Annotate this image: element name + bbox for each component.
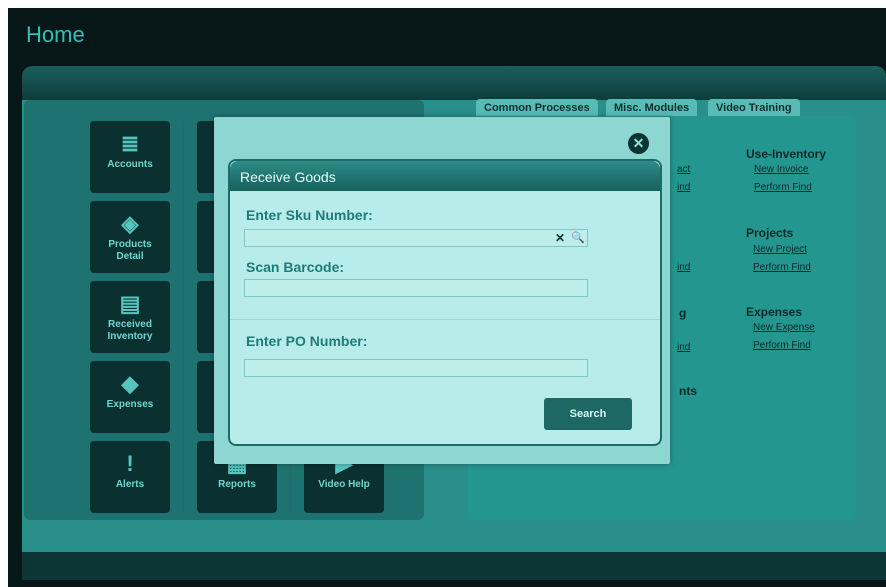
partial-link[interactable]: ind <box>677 182 690 193</box>
sku-label: Enter Sku Number: <box>246 207 373 223</box>
barcode-input[interactable] <box>244 279 588 297</box>
bottom-bar <box>22 552 886 580</box>
tile-products-detail[interactable]: ◈ Products Detail <box>90 201 170 273</box>
dialog-body: Receive Goods Enter Sku Number: ✕ 🔍 Scan… <box>228 159 662 446</box>
divider <box>230 319 660 320</box>
tab-misc-modules[interactable]: Misc. Modules <box>606 99 698 117</box>
window-title: Home <box>26 22 85 47</box>
database-icon: ≣ <box>120 131 140 156</box>
tile-label: Video Help <box>318 479 370 490</box>
tile-accounts[interactable]: ≣ Accounts <box>90 121 170 193</box>
alert-icon: ! <box>126 451 134 476</box>
partial-link[interactable]: ind <box>677 342 690 353</box>
sku-input[interactable]: ✕ 🔍 <box>244 229 588 247</box>
search-button[interactable]: Search <box>544 398 632 430</box>
tile-label: Accounts <box>107 159 153 170</box>
tile-label: Received Inventory <box>107 319 153 342</box>
expenses-icon: ◆ <box>121 371 139 396</box>
tile-label: Alerts <box>115 479 145 490</box>
partial-link[interactable]: ind <box>677 262 690 273</box>
divider <box>183 124 184 514</box>
close-icon[interactable]: ✕ <box>628 133 649 154</box>
search-icon[interactable]: 🔍 <box>569 230 587 246</box>
po-input[interactable] <box>244 359 588 377</box>
box-icon: ◈ <box>121 211 139 236</box>
po-document-icon: ▤ <box>119 291 141 316</box>
po-label: Enter PO Number: <box>246 333 368 349</box>
use-inventory-heading: Use-Inventory <box>746 147 827 161</box>
partial-heading: g <box>679 306 687 320</box>
perform-find-link[interactable]: Perform Find <box>753 340 811 351</box>
tile-label: Expenses <box>106 399 154 410</box>
clear-icon[interactable]: ✕ <box>551 230 569 246</box>
new-expense-link[interactable]: New Expense <box>753 322 815 333</box>
projects-heading: Projects <box>746 226 794 240</box>
tile-alerts[interactable]: ! Alerts <box>90 441 170 513</box>
tab-video-training[interactable]: Video Training <box>708 99 800 117</box>
tile-expenses[interactable]: ◆ Expenses <box>90 361 170 433</box>
partial-link[interactable]: act <box>677 164 690 175</box>
tile-label: Reports <box>218 479 256 490</box>
barcode-label: Scan Barcode: <box>246 259 345 275</box>
new-invoice-link[interactable]: New Invoice <box>754 164 808 175</box>
top-bar <box>22 66 886 100</box>
perform-find-link[interactable]: Perform Find <box>754 182 812 193</box>
dialog-header: Receive Goods <box>230 161 660 191</box>
new-project-link[interactable]: New Project <box>753 244 807 255</box>
partial-heading: nts <box>679 384 697 398</box>
dialog-title: Receive Goods <box>240 169 336 185</box>
tile-label: Products Detail <box>108 239 152 262</box>
perform-find-link[interactable]: Perform Find <box>753 262 811 273</box>
tile-received-inventory[interactable]: ▤ Received Inventory <box>90 281 170 353</box>
expenses-heading: Expenses <box>746 305 803 319</box>
tab-common-processes[interactable]: Common Processes <box>476 99 598 117</box>
